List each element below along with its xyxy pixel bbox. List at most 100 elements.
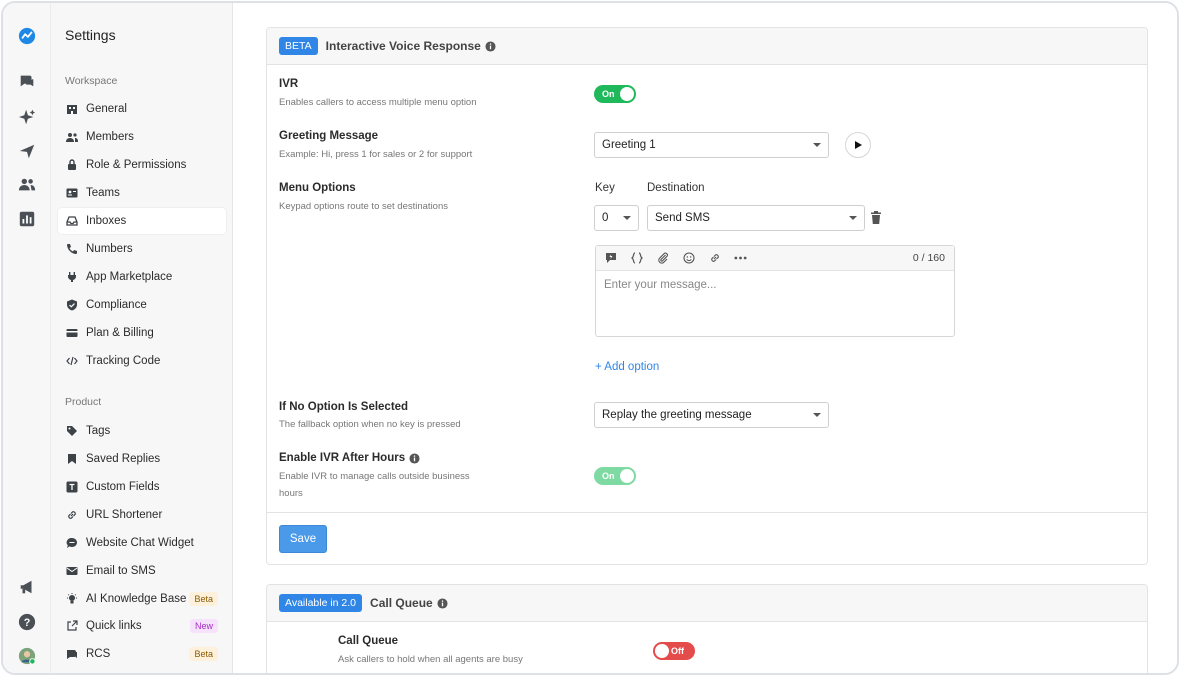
message-editor: 0 / 160 — [595, 245, 955, 337]
tag-icon — [66, 425, 78, 437]
call-queue-card: Available in 2.0 Call Queue Call Queue A… — [266, 584, 1148, 673]
external-link-icon — [66, 620, 78, 632]
sidebar-item-label: Custom Fields — [86, 481, 160, 493]
destination-column-header: Destination — [647, 182, 705, 194]
call-queue-toggle[interactable]: Off — [653, 642, 695, 660]
sidebar-item-general[interactable]: General — [58, 96, 226, 122]
sidebar-item-rcs[interactable]: RCS Beta — [58, 641, 226, 667]
sidebar-item-teams[interactable]: Teams — [58, 180, 226, 206]
conversations-icon[interactable] — [15, 69, 39, 93]
new-badge: New — [189, 619, 218, 633]
variables-braces-icon[interactable] — [630, 252, 643, 265]
message-toolbar: 0 / 160 — [596, 246, 954, 271]
announcements-megaphone-icon[interactable] — [15, 575, 39, 599]
destination-select-value: Send SMS — [655, 212, 710, 224]
text-field-icon — [66, 481, 78, 493]
no-option-description: The fallback option when no key is press… — [279, 419, 461, 430]
sidebar-item-label: Saved Replies — [86, 453, 161, 465]
sidebar-item-label: Tracking Code — [86, 355, 161, 367]
icon-rail: ? — [3, 3, 51, 673]
sidebar-item-label: Role & Permissions — [86, 159, 187, 171]
after-hours-toggle[interactable]: On — [594, 467, 636, 485]
message-input[interactable] — [596, 271, 954, 335]
building-icon — [66, 103, 78, 115]
no-option-select-value: Replay the greeting message — [602, 409, 752, 421]
sidebar-item-quick-links[interactable]: Quick links New — [58, 613, 226, 639]
ivr-toggle[interactable]: On — [594, 85, 636, 103]
ivr-card: BETA Interactive Voice Response IVR Enab… — [266, 27, 1148, 565]
toggle-label: On — [602, 471, 615, 481]
sidebar-item-ai-knowledge-base[interactable]: AI Knowledge Base Beta — [58, 586, 226, 612]
app-logo-icon[interactable] — [15, 24, 39, 48]
sidebar-item-label: App Marketplace — [86, 271, 173, 283]
info-icon[interactable] — [437, 597, 448, 609]
sidebar-item-tracking-code[interactable]: Tracking Code — [58, 348, 226, 374]
after-hours-label: Enable IVR After Hours — [279, 452, 420, 464]
sidebar-item-plan-billing[interactable]: Plan & Billing — [58, 320, 226, 346]
add-option-link[interactable]: + Add option — [595, 361, 659, 373]
sidebar-item-url-shortener[interactable]: URL Shortener — [58, 502, 226, 528]
contacts-icon[interactable] — [15, 173, 39, 197]
info-icon[interactable] — [409, 452, 420, 464]
sidebar-item-label: URL Shortener — [86, 509, 163, 521]
beta-badge: Beta — [189, 647, 218, 661]
sidebar-item-members[interactable]: Members — [58, 124, 226, 150]
ai-sparkle-icon[interactable] — [15, 105, 39, 129]
toggle-knob — [620, 87, 634, 101]
rcs-icon — [66, 648, 78, 660]
sidebar-item-website-chat-widget[interactable]: Website Chat Widget — [58, 530, 226, 556]
user-avatar[interactable] — [15, 644, 39, 668]
phone-icon — [66, 243, 78, 255]
greeting-select[interactable]: Greeting 1 — [594, 132, 829, 158]
more-options-icon[interactable] — [734, 252, 747, 265]
ivr-label: IVR — [279, 78, 299, 90]
chevron-down-icon — [849, 216, 857, 220]
sidebar-item-label: Numbers — [86, 243, 133, 255]
toggle-knob — [655, 644, 669, 658]
sidebar-item-saved-replies[interactable]: Saved Replies — [58, 446, 226, 472]
key-column-header: Key — [595, 182, 615, 194]
menu-options-label: Menu Options — [279, 182, 356, 194]
available-badge: Available in 2.0 — [279, 594, 363, 612]
sidebar-item-compliance[interactable]: Compliance — [58, 292, 226, 318]
play-greeting-button[interactable] — [845, 132, 871, 158]
link-icon — [66, 509, 78, 521]
save-button[interactable]: Save — [279, 525, 327, 553]
help-icon[interactable]: ? — [15, 610, 39, 634]
info-icon[interactable] — [485, 40, 496, 52]
link-icon[interactable] — [708, 252, 721, 265]
beta-badge: Beta — [189, 592, 218, 606]
after-hours-description-line1: Enable IVR to manage calls outside busin… — [279, 471, 470, 482]
greeting-label: Greeting Message — [279, 130, 379, 142]
key-select[interactable]: 0 — [594, 205, 639, 231]
lightbulb-icon — [66, 593, 78, 605]
ivr-description: Enables callers to access multiple menu … — [279, 97, 477, 108]
analytics-icon[interactable] — [15, 207, 39, 231]
sidebar-item-numbers[interactable]: Numbers — [58, 236, 226, 262]
bookmark-icon — [66, 453, 78, 465]
sidebar-item-app-marketplace[interactable]: App Marketplace — [58, 264, 226, 290]
trash-icon[interactable] — [870, 211, 882, 225]
attachment-icon[interactable] — [656, 252, 669, 265]
destination-select[interactable]: Send SMS — [647, 205, 865, 231]
sidebar-item-inboxes[interactable]: Inboxes — [58, 208, 226, 234]
after-hours-description: Enable IVR to manage calls outside busin… — [279, 468, 470, 502]
sidebar-item-tags[interactable]: Tags — [58, 418, 226, 444]
toggle-knob — [620, 469, 634, 483]
sidebar-item-custom-fields[interactable]: Custom Fields — [58, 474, 226, 500]
sidebar-item-email-to-sms[interactable]: Email to SMS — [58, 558, 226, 584]
emoji-icon[interactable] — [682, 252, 695, 265]
call-queue-card-title: Call Queue — [370, 596, 433, 610]
campaigns-send-icon[interactable] — [15, 139, 39, 163]
quick-reply-icon[interactable] — [604, 252, 617, 265]
product-section-label: Product — [65, 396, 102, 408]
no-option-select[interactable]: Replay the greeting message — [594, 402, 829, 428]
sidebar-item-label: Compliance — [86, 299, 147, 311]
chat-bubble-icon — [66, 537, 78, 549]
workspace-section-label: Workspace — [65, 75, 118, 87]
key-select-value: 0 — [602, 212, 609, 224]
call-queue-label: Call Queue — [338, 635, 399, 647]
credit-card-icon — [66, 327, 78, 339]
ivr-card-title: Interactive Voice Response — [325, 39, 481, 53]
sidebar-item-role-permissions[interactable]: Role & Permissions — [58, 152, 226, 178]
